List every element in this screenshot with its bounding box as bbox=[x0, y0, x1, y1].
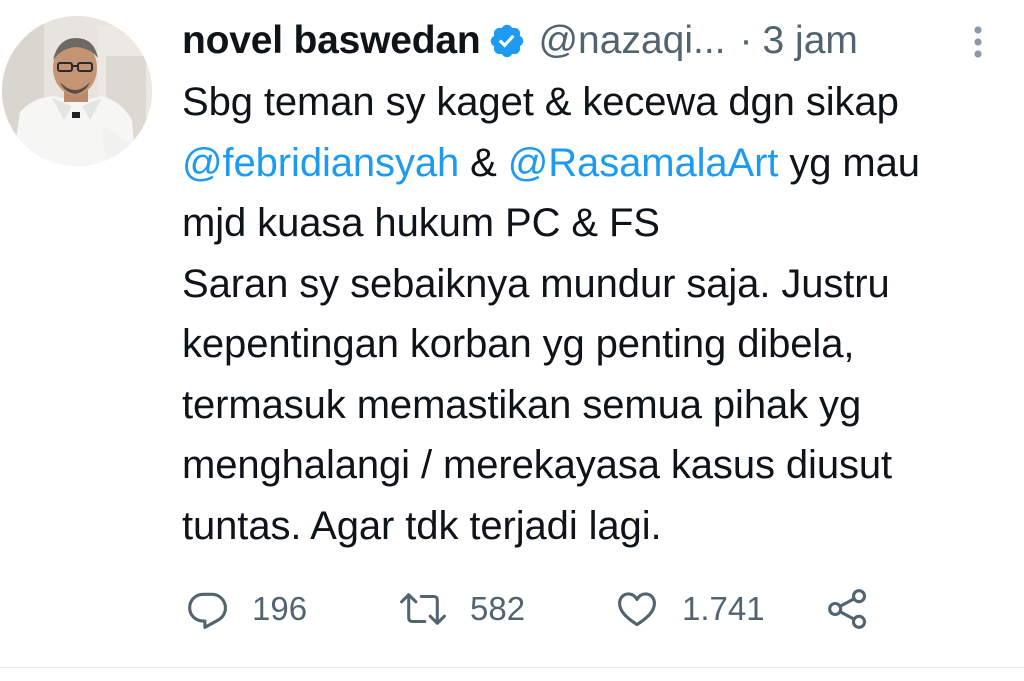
mention-link[interactable]: @febridiansyah bbox=[182, 141, 459, 185]
tweet-header: novel baswedan @nazaqi... · 3 jam bbox=[182, 18, 858, 64]
share-icon bbox=[824, 587, 872, 631]
retweet-icon bbox=[398, 587, 448, 631]
tweet-line: tuntas. Agar tdk terjadi lagi. bbox=[182, 503, 662, 548]
share-button[interactable] bbox=[824, 587, 872, 631]
tweet-line: mjd kuasa hukum PC & FS bbox=[182, 201, 660, 245]
tweet-line: kepentingan korban yg penting dibela, bbox=[182, 322, 855, 366]
separator-dot: · bbox=[739, 19, 753, 62]
tweet-timestamp[interactable]: 3 jam bbox=[763, 18, 858, 64]
tweet-text-fragment: yg mau bbox=[778, 140, 920, 185]
like-count: 1.741 bbox=[682, 590, 765, 627]
author-name[interactable]: novel baswedan bbox=[182, 18, 481, 64]
tweet-body: Sbg teman sy kaget & kecewa dgn sikap @f… bbox=[182, 72, 1012, 556]
retweet-count: 582 bbox=[470, 590, 526, 627]
reply-icon bbox=[186, 587, 230, 631]
author-avatar[interactable] bbox=[2, 16, 152, 166]
reply-count: 196 bbox=[252, 590, 308, 627]
tweet-actions: 196 582 1.741 bbox=[186, 585, 872, 633]
retweet-button[interactable]: 582 bbox=[398, 587, 614, 631]
divider bbox=[0, 667, 1024, 668]
avatar-photo bbox=[2, 16, 152, 166]
tweet-line: Sbg teman sy kaget & kecewa dgn sikap bbox=[182, 80, 899, 124]
author-handle[interactable]: @nazaqi... bbox=[538, 18, 725, 64]
tweet-line: termasuk memastikan semua pihak yg bbox=[182, 382, 862, 427]
mention-link[interactable]: @RasamalaArt bbox=[508, 141, 779, 185]
verified-badge-icon bbox=[488, 22, 526, 60]
heart-icon bbox=[614, 587, 660, 631]
like-button[interactable]: 1.741 bbox=[614, 587, 824, 631]
tweet-line: menghalangi / merekayasa kasus diusut bbox=[182, 443, 893, 487]
tweet-line: Saran sy sebaiknya mundur saja. Justru bbox=[182, 261, 890, 306]
tweet-text-fragment: & bbox=[459, 140, 508, 185]
tweet-line: @febridiansyah & @RasamalaArt yg mau bbox=[182, 133, 1012, 194]
more-vertical-icon[interactable] bbox=[964, 22, 992, 62]
reply-button[interactable]: 196 bbox=[186, 587, 398, 631]
